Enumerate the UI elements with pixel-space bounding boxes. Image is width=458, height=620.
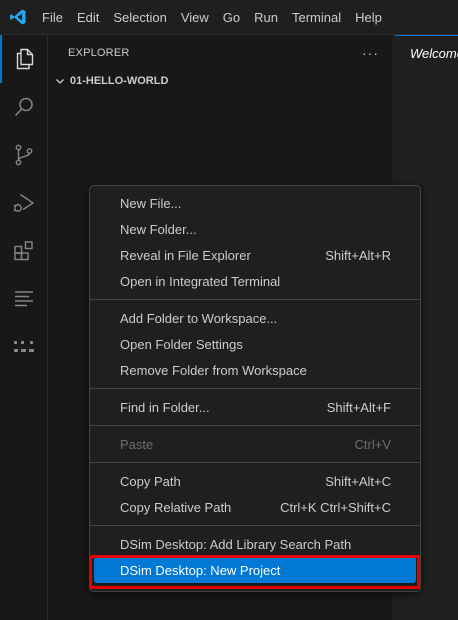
- menu-item-shortcut: Shift+Alt+R: [325, 247, 391, 263]
- menu-run[interactable]: Run: [247, 0, 285, 35]
- search-icon[interactable]: [0, 83, 48, 131]
- menu-item-label: New Folder...: [120, 221, 197, 237]
- menu-dsim-add-library-search-path[interactable]: DSim Desktop: Add Library Search Path: [90, 531, 420, 557]
- menu-view[interactable]: View: [174, 0, 216, 35]
- tab-bar: Welcome: [395, 35, 458, 70]
- activity-bar: [0, 35, 48, 620]
- menu-item-label: New File...: [120, 195, 182, 211]
- menu-separator: [90, 299, 420, 300]
- menu-help[interactable]: Help: [348, 0, 389, 35]
- workspace-folder[interactable]: 01-HELLO-WORLD: [48, 70, 393, 92]
- title-bar: File Edit Selection View Go Run Terminal…: [0, 0, 458, 35]
- menu-selection[interactable]: Selection: [106, 0, 173, 35]
- menu-item-label: DSim Desktop: Add Library Search Path: [120, 536, 352, 552]
- menu-dsim-new-project[interactable]: DSim Desktop: New Project: [94, 557, 416, 583]
- menu-separator: [90, 462, 420, 463]
- menu-copy-relative-path[interactable]: Copy Relative Path Ctrl+K Ctrl+Shift+C: [90, 494, 420, 520]
- menu-open-in-integrated-terminal[interactable]: Open in Integrated Terminal: [90, 268, 420, 294]
- menu-terminal[interactable]: Terminal: [285, 0, 348, 35]
- menu-file[interactable]: File: [35, 0, 70, 35]
- menu-add-folder-to-workspace[interactable]: Add Folder to Workspace...: [90, 305, 420, 331]
- menu-item-label: Remove Folder from Workspace: [120, 362, 307, 378]
- menu-reveal-in-file-explorer[interactable]: Reveal in File Explorer Shift+Alt+R: [90, 242, 420, 268]
- menu-item-label: Copy Relative Path: [120, 499, 232, 515]
- menu-item-shortcut: Shift+Alt+F: [326, 399, 391, 415]
- menu-item-label: Add Folder to Workspace...: [120, 310, 278, 326]
- more-actions-icon[interactable]: ···: [362, 45, 379, 61]
- outline-icon[interactable]: [0, 275, 48, 323]
- source-control-icon[interactable]: [0, 131, 48, 179]
- menu-separator: [90, 525, 420, 526]
- vscode-logo-icon: [0, 0, 35, 35]
- menu-open-folder-settings[interactable]: Open Folder Settings: [90, 331, 420, 357]
- menu-copy-path[interactable]: Copy Path Shift+Alt+C: [90, 468, 420, 494]
- explorer-title: EXPLORER: [68, 46, 130, 59]
- tab-welcome-label: Welcome: [410, 45, 458, 61]
- menu-new-folder[interactable]: New Folder...: [90, 216, 420, 242]
- menu-item-label: DSim Desktop: New Project: [120, 562, 281, 578]
- menu-remove-folder-from-workspace[interactable]: Remove Folder from Workspace: [90, 357, 420, 383]
- menu-paste: Paste Ctrl+V: [90, 431, 420, 457]
- run-debug-icon[interactable]: [0, 179, 48, 227]
- menu-item-label: Copy Path: [120, 473, 181, 489]
- menu-item-shortcut: Ctrl+V: [354, 436, 391, 452]
- menu-find-in-folder[interactable]: Find in Folder... Shift+Alt+F: [90, 394, 420, 420]
- context-menu: New File... New Folder... Reveal in File…: [89, 185, 421, 592]
- menu-edit[interactable]: Edit: [70, 0, 106, 35]
- menu-item-label: Paste: [120, 436, 154, 452]
- explorer-icon[interactable]: [0, 35, 48, 83]
- chevron-down-icon: [56, 79, 64, 84]
- menu-bar: File Edit Selection View Go Run Terminal…: [35, 0, 389, 35]
- menu-item-shortcut: Shift+Alt+C: [325, 473, 391, 489]
- tab-welcome[interactable]: Welcome: [395, 35, 458, 70]
- extensions-icon[interactable]: [0, 227, 48, 275]
- workspace-folder-label: 01-HELLO-WORLD: [70, 75, 169, 87]
- menu-separator: [90, 388, 420, 389]
- menu-item-label: Open in Integrated Terminal: [120, 273, 281, 289]
- menu-go[interactable]: Go: [216, 0, 247, 35]
- explorer-header: EXPLORER ···: [48, 35, 393, 70]
- menu-item-label: Find in Folder...: [120, 399, 210, 415]
- menu-item-label: Open Folder Settings: [120, 336, 243, 352]
- menu-item-shortcut: Ctrl+K Ctrl+Shift+C: [280, 499, 391, 515]
- dsim-icon[interactable]: [0, 323, 48, 371]
- menu-new-file[interactable]: New File...: [90, 190, 420, 216]
- menu-item-label: Reveal in File Explorer: [120, 247, 251, 263]
- menu-separator: [90, 425, 420, 426]
